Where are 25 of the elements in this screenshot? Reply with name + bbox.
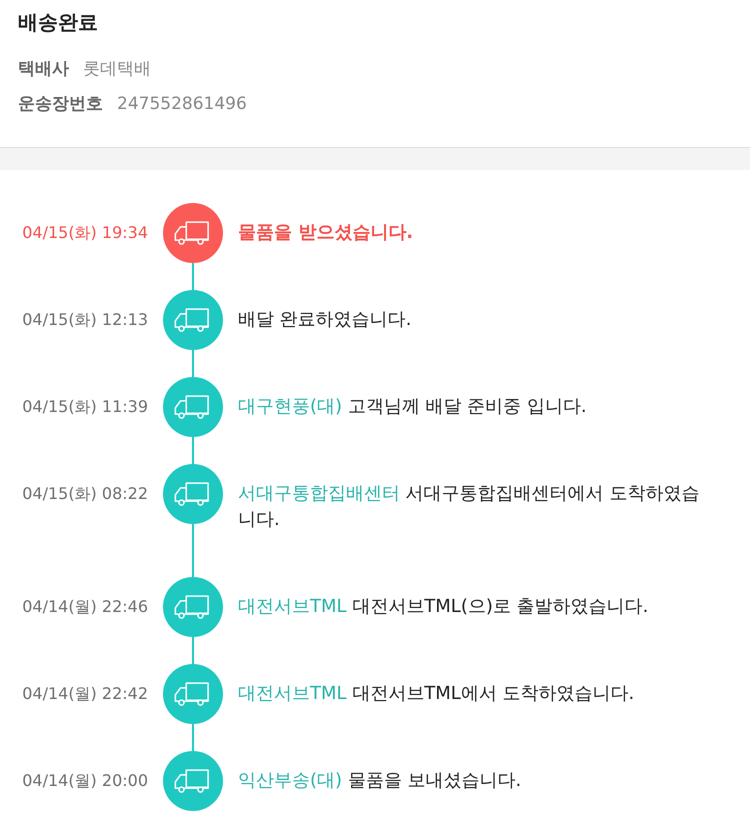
field-label: 운송장번호 (18, 93, 103, 115)
timeline-connector (192, 263, 194, 290)
event-time: 04/15(화) 19:34 (22, 222, 148, 244)
event-time: 04/14(월) 22:42 (22, 684, 148, 704)
event-time: 04/14(월) 20:00 (22, 770, 148, 792)
event-message: 배달 완료하였습니다. (238, 308, 412, 332)
event-time: 04/15(화) 12:13 (22, 310, 148, 330)
timeline-connector (192, 437, 194, 464)
event-message: 대구현풍(대) 고객님께 배달 준비중 입니다. (238, 395, 587, 419)
page-title: 배송완료 (18, 9, 99, 35)
timeline-connector (192, 724, 194, 751)
field-value: 247552861496 (117, 94, 247, 114)
event-message: 대전서브TML 대전서브TML에서 도착하였습니다. (238, 682, 634, 706)
event-message: 익산부송(대) 물품을 보내셨습니다. (238, 769, 522, 793)
event-message: 물품을 받으셨습니다. (238, 221, 414, 245)
event-time: 04/14(월) 22:46 (22, 596, 148, 618)
timeline-connector (192, 637, 194, 664)
event-message: 대전서브TML 대전서브TML(으)로 출발하였습니다. (238, 595, 648, 619)
field-value: 롯데택배 (83, 58, 151, 80)
event-message: 서대구통합집배센터 서대구통합집배센터에서 도착하였습니다. (238, 482, 700, 532)
timeline-connector (192, 350, 194, 377)
timeline-connector (192, 524, 194, 577)
event-time: 04/15(화) 08:22 (22, 484, 148, 504)
event-time: 04/15(화) 11:39 (22, 396, 148, 418)
field-label: 택배사 (18, 58, 69, 80)
